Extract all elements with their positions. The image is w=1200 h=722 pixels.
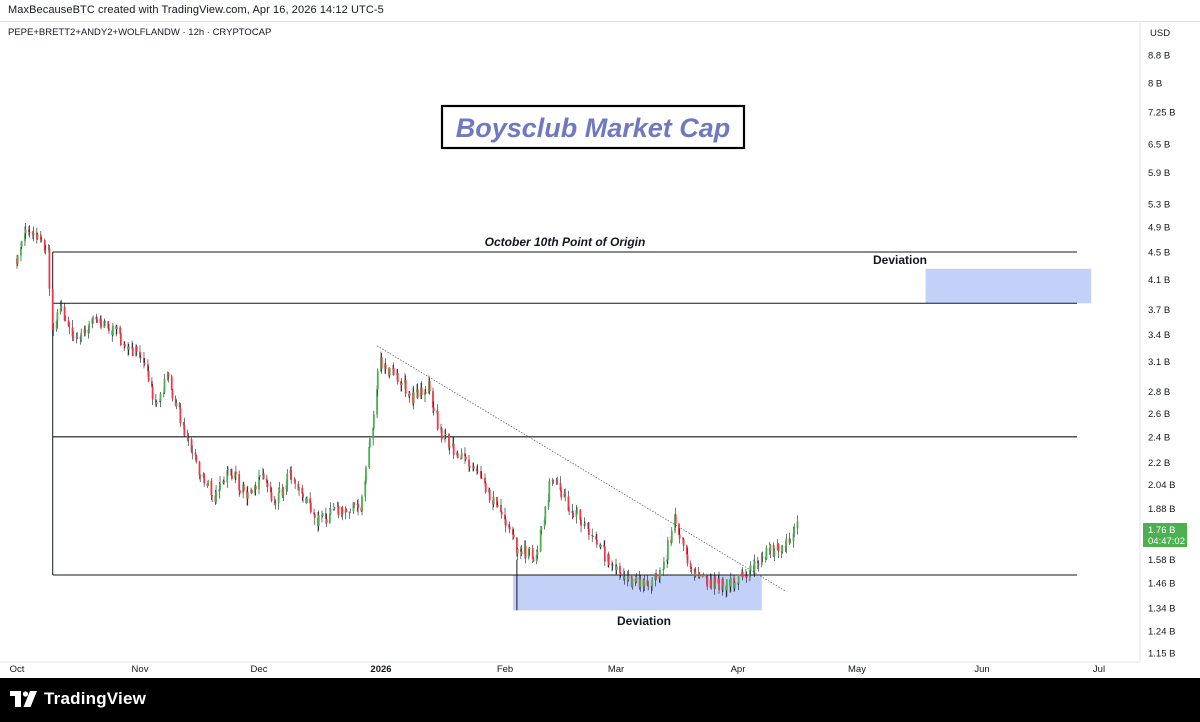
bottom-bar <box>0 678 1200 722</box>
tradingview-logo[interactable]: TradingView <box>10 689 146 709</box>
symbol-info[interactable]: PEPE+BRETT2+ANDY2+WOLFLANDW · 12h · CRYP… <box>8 27 271 38</box>
credit-bar: MaxBecauseBTC created with TradingView.c… <box>0 0 1200 22</box>
credit-text: MaxBecauseBTC created with TradingView.c… <box>8 4 384 16</box>
chart-area[interactable] <box>0 22 1200 678</box>
tradingview-brand: TradingView <box>44 689 147 708</box>
tradingview-mark-icon <box>10 691 37 707</box>
